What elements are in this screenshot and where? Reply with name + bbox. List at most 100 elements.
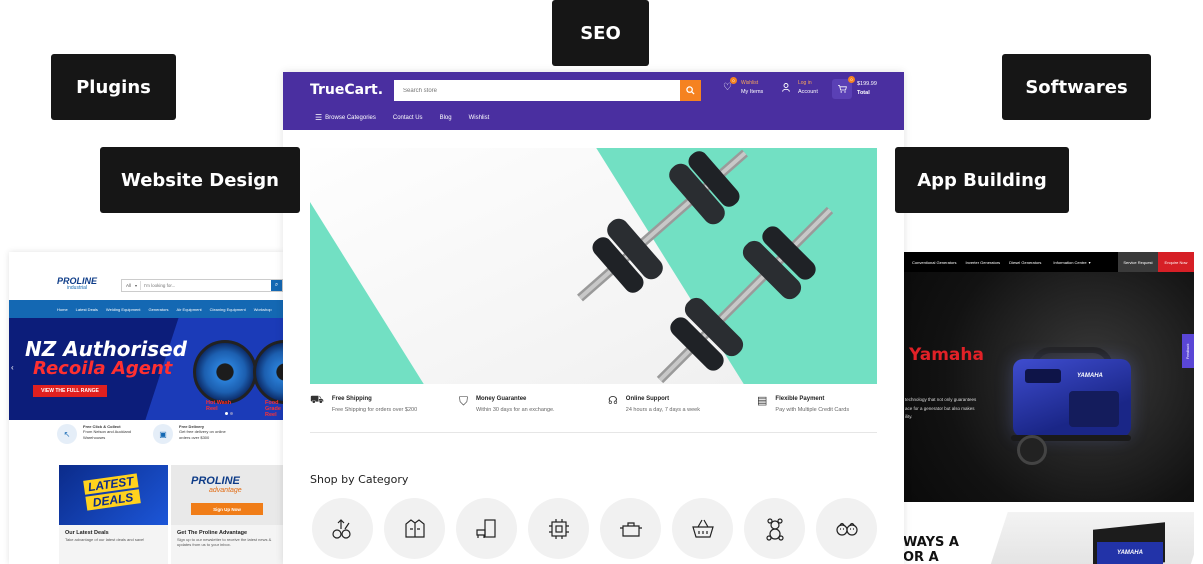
- yamaha-nav-item[interactable]: Information Centre: [1053, 260, 1086, 265]
- dumbbell-hero-image[interactable]: [310, 148, 877, 384]
- enquire-now-button[interactable]: Enquire Now: [1158, 252, 1194, 272]
- yamaha-nav-item[interactable]: Conventional Generators: [912, 260, 956, 265]
- feature-title: Online Support: [625, 396, 670, 402]
- nav-blog[interactable]: Blog: [440, 115, 452, 121]
- promo-latest-deals-image: LATEST DEALS: [59, 465, 168, 525]
- proline-features-row: ↖ Free Click & Collect From Nelson and A…: [57, 424, 235, 444]
- category-grocery-basket[interactable]: [672, 498, 733, 559]
- browse-categories-button[interactable]: ☰ Browse Categories: [315, 113, 376, 122]
- credit-card-icon: ▤: [757, 395, 768, 407]
- proline-feature-text: From Nelson and Auckland Warehouses: [83, 429, 132, 440]
- slider-dot[interactable]: [230, 412, 233, 415]
- feature-text: Pay with Multiple Credit Cards: [775, 407, 850, 414]
- yamaha-bottom-section: WAYS A OR A YAMAHA: [903, 502, 1194, 564]
- cooking-pot-icon: [619, 521, 642, 537]
- feature-text: 24 hours a day, 7 days a week: [625, 407, 700, 414]
- generator-brand-label: YAMAHA: [1077, 373, 1103, 379]
- category-electronics[interactable]: [528, 498, 589, 559]
- service-request-button[interactable]: Service Request: [1118, 252, 1158, 272]
- dumbbells-illustration: [577, 149, 834, 384]
- proline-nav-item[interactable]: Cleaning Equipment: [210, 307, 246, 312]
- proline-logo-sub: industrial: [67, 285, 88, 291]
- yamaha-hero-text-line: ility.: [905, 414, 913, 420]
- proline-logo[interactable]: PROLINE industrial: [57, 277, 97, 291]
- yamaha-hero: Yamaha technology that not only guarante…: [903, 272, 1194, 502]
- browse-categories-label: Browse Categories: [325, 114, 376, 121]
- headset-icon: ☊: [608, 395, 618, 407]
- hose-reel-image: [193, 340, 257, 404]
- features-divider: [310, 432, 877, 433]
- category-toys[interactable]: [744, 498, 805, 559]
- advantage-logo-sub: advantage: [209, 487, 242, 494]
- chip-icon: [548, 518, 569, 539]
- product-box-blue: YAMAHA: [1097, 542, 1163, 564]
- jacket-icon: [404, 518, 425, 538]
- category-row: [312, 498, 877, 559]
- feature-free-shipping: ⛟ Free Shipping Free Shipping for orders…: [310, 394, 450, 416]
- tag-plugins: Plugins: [51, 54, 176, 120]
- category-kitchen[interactable]: [600, 498, 661, 559]
- proline-search-input[interactable]: [140, 281, 258, 290]
- yamaha-nav-item[interactable]: Inverter Generators: [965, 260, 1000, 265]
- promo-card-proline-advantage[interactable]: PROLINE advantage Sign Up Now Get The Pr…: [171, 465, 283, 564]
- nav-wishlist[interactable]: Wishlist: [469, 115, 490, 121]
- search-icon: [686, 86, 695, 95]
- generator-image: YAMAHA: [1011, 347, 1136, 465]
- proline-hero-button[interactable]: VIEW THE FULL RANGE: [33, 385, 107, 397]
- chevron-down-icon: ▾: [135, 283, 138, 288]
- proline-nav-item[interactable]: Welding Equipment: [106, 307, 141, 312]
- proline-nav-item[interactable]: Generators: [149, 307, 169, 312]
- heart-icon: ♡ 0: [723, 77, 737, 93]
- proline-feature-text: Get free delivery on online orders over …: [179, 429, 226, 440]
- account-widget[interactable]: Log in Account: [782, 80, 818, 96]
- slider-dots[interactable]: [225, 412, 233, 415]
- category-clothing[interactable]: [384, 498, 445, 559]
- slider-prev-arrow-icon[interactable]: ‹: [11, 363, 14, 372]
- cart-widget[interactable]: 0 $199.99 Total: [832, 76, 877, 99]
- promo-advantage-image: PROLINE advantage Sign Up Now: [171, 465, 283, 525]
- proline-nav-item[interactable]: Workshop: [254, 307, 272, 312]
- shop-by-category-heading: Shop by Category: [310, 473, 409, 486]
- feature-money-guarantee: ⛉ Money Guarantee Within 30 days for an …: [459, 394, 599, 416]
- promo-text: Take advantage of our latest deals and s…: [65, 537, 145, 542]
- shield-icon: ⛉: [459, 394, 469, 408]
- truecart-search-input[interactable]: [394, 80, 680, 101]
- truecart-logo[interactable]: TrueCart.: [310, 82, 383, 98]
- proline-nav-item[interactable]: Latest Deals: [76, 307, 98, 312]
- tag-app-building: App Building: [895, 147, 1069, 213]
- yamaha-hero-text-line: ace for a generator but also makes: [905, 405, 975, 411]
- wishlist-label: Wishlist: [740, 80, 759, 86]
- yamaha-bottom-line: WAYS A: [903, 535, 959, 550]
- basket-icon: [691, 519, 714, 538]
- truecart-header: TrueCart. ♡ 0 Wishlist My Items Log in A…: [283, 72, 904, 130]
- slider-dot-active[interactable]: [225, 412, 228, 415]
- yamaha-hero-title: Yamaha: [909, 345, 984, 365]
- truecart-search-bar: [394, 80, 701, 101]
- wishlist-widget[interactable]: ♡ 0 Wishlist My Items: [723, 77, 763, 96]
- tag-seo: SEO: [552, 0, 649, 66]
- proline-nav-item[interactable]: Home: [57, 307, 68, 312]
- search-button[interactable]: [680, 80, 701, 101]
- category-groceries[interactable]: [312, 498, 373, 559]
- category-baby[interactable]: [816, 498, 877, 559]
- teddy-bear-icon: [765, 517, 784, 541]
- proline-search-filter[interactable]: All: [122, 283, 135, 288]
- user-icon: [782, 83, 790, 93]
- feedback-tab[interactable]: Feedback: [1182, 334, 1194, 368]
- advantage-logo-text: PROLINE: [191, 475, 240, 487]
- cursor-icon: ↖: [57, 424, 77, 444]
- feature-title: Flexible Payment: [775, 396, 825, 402]
- menu-icon: ☰: [315, 113, 323, 122]
- search-icon[interactable]: ⌕: [271, 280, 282, 291]
- promo-card-latest-deals[interactable]: LATEST DEALS Our Latest Deals Take advan…: [59, 465, 168, 564]
- yamaha-nav-item[interactable]: Diesel Generators: [1009, 260, 1041, 265]
- nav-contact-us[interactable]: Contact Us: [393, 115, 423, 121]
- sign-up-button[interactable]: Sign Up Now: [191, 503, 263, 515]
- category-furniture[interactable]: [456, 498, 517, 559]
- proline-header: PROLINE industrial All ▾ ⌕: [9, 252, 283, 301]
- proline-hero-badge-food-grade: Food Grade Reel: [265, 400, 281, 419]
- feature-title: Money Guarantee: [476, 396, 527, 402]
- proline-hero-banner: NZ Authorised Recoila Agent VIEW THE FUL…: [9, 318, 283, 420]
- proline-nav-item[interactable]: Air Equipment: [177, 307, 202, 312]
- cart-count-badge: 0: [848, 76, 855, 83]
